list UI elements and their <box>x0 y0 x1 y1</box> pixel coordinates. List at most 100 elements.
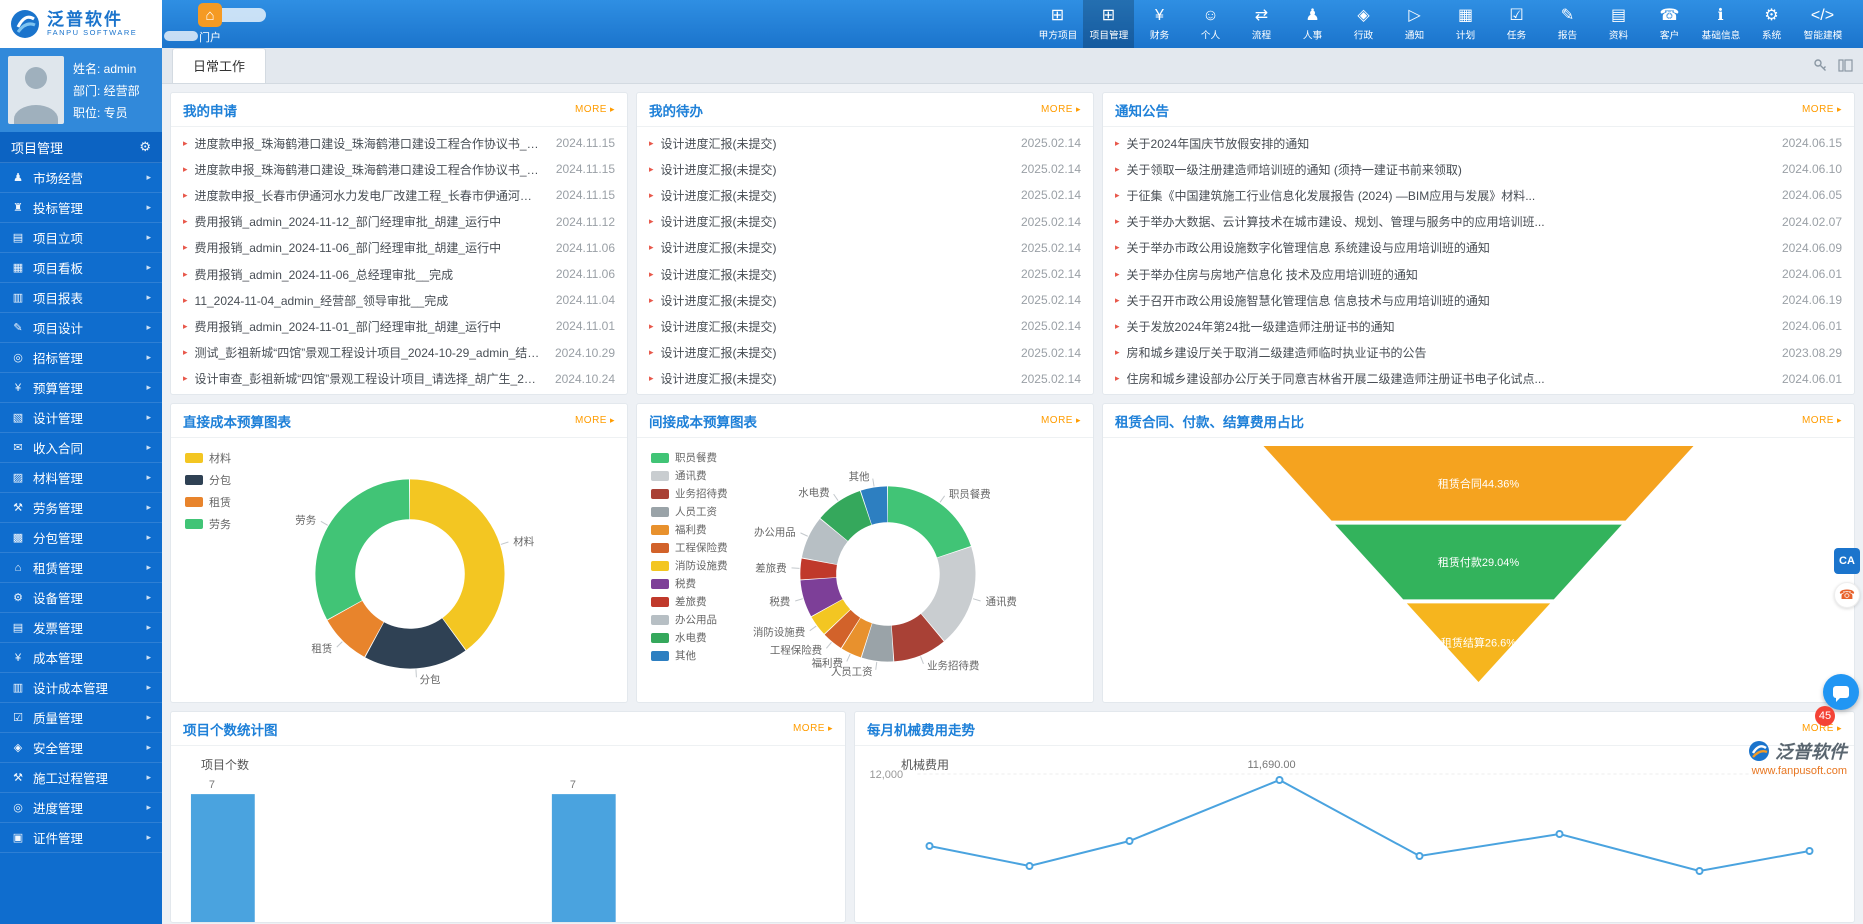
list-item[interactable]: ▸ 进度款申报_珠海鹤港口建设_珠海鹤港口建设工程合作协议书_admin_...… <box>183 156 615 182</box>
more-link[interactable]: MORE <box>575 415 615 426</box>
list-item[interactable]: ▸ 关于举办大数据、云计算技术在城市建设、规划、管理与服务中的应用培训班... … <box>1115 209 1842 235</box>
top-nav-item[interactable]: </> 智能建模 <box>1797 0 1848 48</box>
sidebar-menu-item[interactable]: ▧ 设计管理 <box>0 403 162 433</box>
legend-item[interactable]: 税费 <box>651 576 728 591</box>
list-item[interactable]: ▸ 设计进度汇报(未提交) 2025.02.14 <box>649 366 1081 392</box>
legend-item[interactable]: 办公用品 <box>651 612 728 627</box>
project-count-bar-chart[interactable]: 77 <box>171 746 845 922</box>
list-item[interactable]: ▸ 关于发放2024年第24批一级建造师注册证书的通知 2024.06.01 <box>1115 313 1842 339</box>
sidebar-menu-item[interactable]: ▨ 材料管理 <box>0 463 162 493</box>
more-link[interactable]: MORE <box>575 104 615 115</box>
legend-item[interactable]: 其他 <box>651 648 728 663</box>
tab-daily-work[interactable]: 日常工作 <box>172 48 266 83</box>
top-nav-item[interactable]: ✎ 报告 <box>1542 0 1593 48</box>
collapse-panel-icon[interactable] <box>1838 58 1853 73</box>
legend-item[interactable]: 水电费 <box>651 630 728 645</box>
list-item[interactable]: ▸ 费用报销_admin_2024-11-01_部门经理审批_胡建_运行中 20… <box>183 313 615 339</box>
sidebar-menu-item[interactable]: ☑ 质量管理 <box>0 703 162 733</box>
ca-certificate-button[interactable]: CA <box>1834 548 1860 574</box>
list-item[interactable]: ▸ 关于2024年国庆节放假安排的通知 2024.06.15 <box>1115 130 1842 156</box>
settings-gear-icon[interactable]: ⚙ <box>139 139 151 155</box>
list-item[interactable]: ▸ 设计进度汇报(未提交) 2025.02.14 <box>649 209 1081 235</box>
sidebar-menu-item[interactable]: ◈ 安全管理 <box>0 733 162 763</box>
legend-item[interactable]: 差旅费 <box>651 594 728 609</box>
legend-item[interactable]: 劳务 <box>185 516 231 532</box>
legend-item[interactable]: 业务招待费 <box>651 486 728 501</box>
more-link[interactable]: MORE <box>793 723 833 734</box>
top-nav-item[interactable]: ⇄ 流程 <box>1236 0 1287 48</box>
list-item[interactable]: ▸ 11_2024-11-04_admin_经营部_领导审批__完成 2024.… <box>183 287 615 313</box>
sidebar-menu-item[interactable]: ▤ 发票管理 <box>0 613 162 643</box>
chat-button[interactable] <box>1823 674 1859 710</box>
top-nav-item[interactable]: ℹ 基础信息 <box>1695 0 1746 48</box>
list-item[interactable]: ▸ 进度款申报_珠海鹤港口建设_珠海鹤港口建设工程合作协议书_admin_...… <box>183 130 615 156</box>
sidebar-menu-item[interactable]: ¥ 预算管理 <box>0 373 162 403</box>
list-item[interactable]: ▸ 设计进度汇报(未提交) 2025.02.14 <box>649 182 1081 208</box>
list-item[interactable]: ▸ 费用报销_admin_2024-11-06_总经理审批__完成 2024.1… <box>183 261 615 287</box>
top-nav-item[interactable]: ▦ 计划 <box>1440 0 1491 48</box>
sidebar-menu-item[interactable]: ¥ 成本管理 <box>0 643 162 673</box>
legend-item[interactable]: 工程保险费 <box>651 540 728 555</box>
watermark-url[interactable]: www.fanpusoft.com <box>1748 765 1847 777</box>
list-item[interactable]: ▸ 房和城乡建设厅关于取消二级建造师临时执业证书的公告 2023.08.29 <box>1115 340 1842 366</box>
legend-item[interactable]: 租赁 <box>185 494 231 510</box>
top-nav-item[interactable]: ▷ 通知 <box>1389 0 1440 48</box>
sidebar-menu-item[interactable]: ⚙ 设备管理 <box>0 583 162 613</box>
sidebar-menu-item[interactable]: ✎ 项目设计 <box>0 313 162 343</box>
more-link[interactable]: MORE <box>1802 104 1842 115</box>
legend-item[interactable]: 职员餐费 <box>651 450 728 465</box>
more-link[interactable]: MORE <box>1041 104 1081 115</box>
top-nav-item[interactable]: ♟ 人事 <box>1287 0 1338 48</box>
machinery-cost-line-chart[interactable]: 12,00011,690.00 <box>855 746 1854 922</box>
top-nav-item[interactable]: ¥ 财务 <box>1134 0 1185 48</box>
direct-cost-donut-chart[interactable]: 材料分包租赁劳务 <box>171 438 627 702</box>
avatar[interactable] <box>8 56 64 124</box>
sidebar-menu-item[interactable]: ◎ 进度管理 <box>0 793 162 823</box>
list-item[interactable]: ▸ 测试_彭祖新城“四馆”景观工程设计项目_2024-10-29_admin_结… <box>183 340 615 366</box>
sidebar-menu-item[interactable]: ▥ 项目报表 <box>0 283 162 313</box>
list-item[interactable]: ▸ 关于举办市政公用设施数字化管理信息 系统建设与应用培训班的通知 2024.0… <box>1115 235 1842 261</box>
sidebar-menu-item[interactable]: ◎ 招标管理 <box>0 343 162 373</box>
lease-funnel-chart[interactable]: 租赁合同44.36%租赁付款29.04%租赁结算26.6% <box>1103 438 1854 702</box>
top-nav-item[interactable]: ◈ 行政 <box>1338 0 1389 48</box>
more-link[interactable]: MORE <box>1802 415 1842 426</box>
sidebar-menu-item[interactable]: ▥ 设计成本管理 <box>0 673 162 703</box>
list-item[interactable]: ▸ 费用报销_admin_2024-11-06_部门经理审批_胡建_运行中 20… <box>183 235 615 261</box>
sidebar-menu-item[interactable]: ⌂ 租赁管理 <box>0 553 162 583</box>
top-nav-item[interactable]: ☰ 管理 <box>1848 0 1863 48</box>
sidebar-menu-item[interactable]: ✉ 收入合同 <box>0 433 162 463</box>
sidebar-menu-item[interactable]: ▤ 项目立项 <box>0 223 162 253</box>
list-item[interactable]: ▸ 设计进度汇报(未提交) 2025.02.14 <box>649 340 1081 366</box>
nav-item-portal[interactable]: ⌂ 门户 <box>162 0 258 48</box>
key-icon[interactable] <box>1813 58 1828 73</box>
sidebar-menu-item[interactable]: ♜ 投标管理 <box>0 193 162 223</box>
sidebar-menu-item[interactable]: ▦ 项目看板 <box>0 253 162 283</box>
legend-item[interactable]: 人员工资 <box>651 504 728 519</box>
top-nav-item[interactable]: ▤ 资料 <box>1593 0 1644 48</box>
list-item[interactable]: ▸ 于征集《中国建筑施工行业信息化发展报告 (2024) —BIM应用与发展》材… <box>1115 182 1842 208</box>
list-item[interactable]: ▸ 住房和城乡建设部办公厅关于同意吉林省开展二级建造师注册证书电子化试点... … <box>1115 366 1842 392</box>
top-nav-item[interactable]: ⚙ 系统 <box>1746 0 1797 48</box>
top-nav-item[interactable]: ☎ 客户 <box>1644 0 1695 48</box>
list-item[interactable]: ▸ 设计进度汇报(未提交) 2025.02.14 <box>649 156 1081 182</box>
list-item[interactable]: ▸ 设计审查_彭祖新城“四馆”景观工程设计项目_请选择_胡广生_2024-10-… <box>183 366 615 392</box>
legend-item[interactable]: 福利费 <box>651 522 728 537</box>
customer-service-phone-button[interactable]: ☎ <box>1834 582 1860 608</box>
top-nav-item[interactable]: ☑ 任务 <box>1491 0 1542 48</box>
sidebar-menu-item[interactable]: ⚒ 劳务管理 <box>0 493 162 523</box>
list-item[interactable]: ▸ 关于领取一级注册建造师培训班的通知 (须持一建证书前来领取) 2024.06… <box>1115 156 1842 182</box>
list-item[interactable]: ▸ 关于召开市政公用设施智慧化管理信息 信息技术与应用培训班的通知 2024.0… <box>1115 287 1842 313</box>
list-item[interactable]: ▸ 设计进度汇报(未提交) 2025.02.14 <box>649 287 1081 313</box>
list-item[interactable]: ▸ 设计进度汇报(未提交) 2025.02.14 <box>649 235 1081 261</box>
list-item[interactable]: ▸ 设计进度汇报(未提交) 2025.02.14 <box>649 261 1081 287</box>
top-nav-item[interactable]: ⊞ 甲方项目 <box>1032 0 1083 48</box>
more-link[interactable]: MORE <box>1041 415 1081 426</box>
sidebar-menu-item[interactable]: ⚒ 施工过程管理 <box>0 763 162 793</box>
list-item[interactable]: ▸ 设计进度汇报(未提交) 2025.02.14 <box>649 130 1081 156</box>
list-item[interactable]: ▸ 费用报销_admin_2024-11-12_部门经理审批_胡建_运行中 20… <box>183 209 615 235</box>
legend-item[interactable]: 分包 <box>185 472 231 488</box>
sidebar-menu-item[interactable]: ▩ 分包管理 <box>0 523 162 553</box>
sidebar-menu-item[interactable]: ▣ 证件管理 <box>0 823 162 853</box>
legend-item[interactable]: 消防设施费 <box>651 558 728 573</box>
top-nav-item[interactable]: ⊞ 项目管理 <box>1083 0 1134 48</box>
